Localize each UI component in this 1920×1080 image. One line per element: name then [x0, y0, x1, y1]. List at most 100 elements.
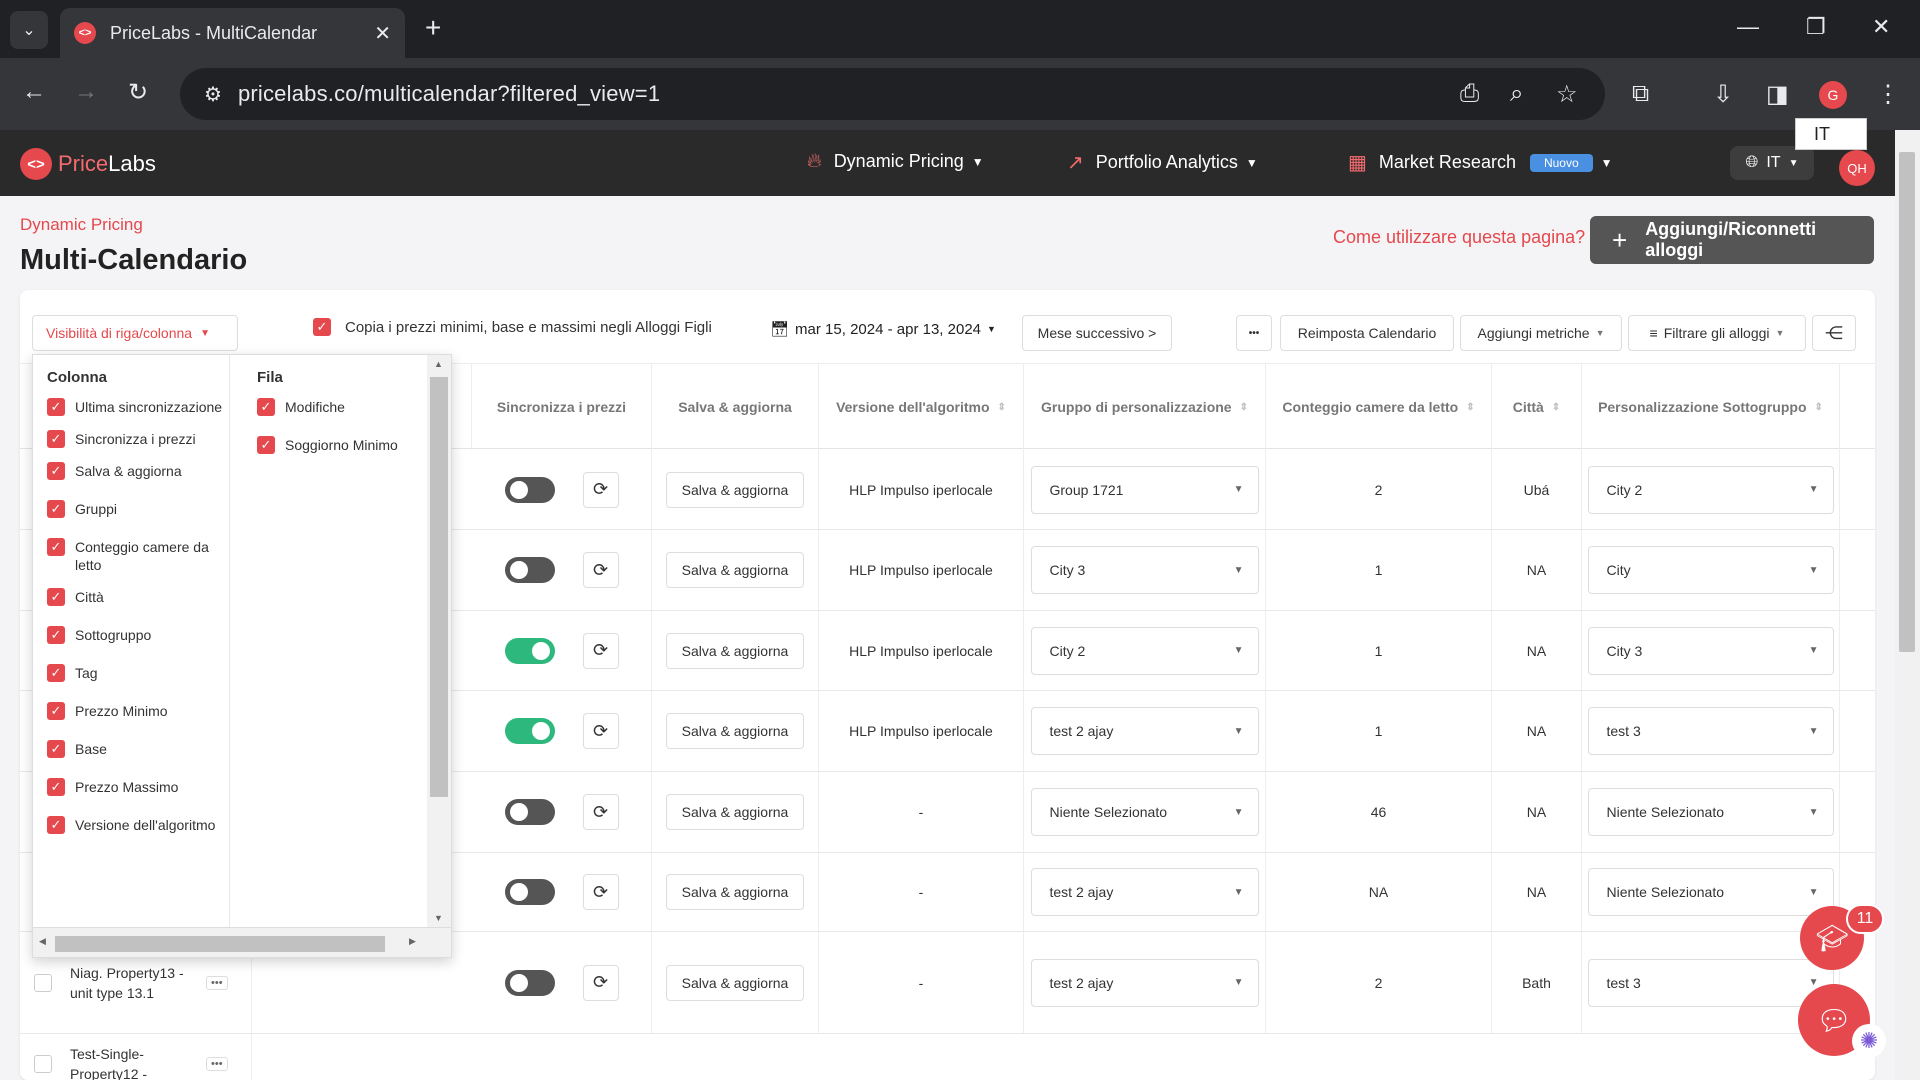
reload-icon[interactable]: ↻ — [128, 78, 148, 107]
subgroup-select[interactable]: City 3 ▼ — [1587, 626, 1834, 675]
downloads-icon[interactable]: ⇩ — [1713, 80, 1733, 109]
sort-icon[interactable]: ⇕ — [1240, 402, 1248, 413]
forward-icon[interactable]: → — [74, 78, 98, 106]
group-select[interactable]: City 2 ▼ — [1030, 626, 1259, 675]
row-column-visibility-button[interactable]: Visibilità di riga/colonna ▼ — [32, 315, 238, 351]
save-update-button[interactable]: Salva & aggiorna — [666, 552, 804, 588]
checkbox-checked-icon[interactable]: ✓ — [47, 430, 65, 448]
sync-toggle[interactable] — [504, 718, 555, 744]
column-option[interactable]: ✓ Sincronizza i prezzi — [47, 430, 227, 448]
sync-toggle[interactable] — [504, 476, 555, 503]
install-app-icon[interactable]: ⎙ — [1460, 80, 1479, 108]
subgroup-select[interactable]: test 3 ▼ — [1587, 958, 1834, 1007]
panel-horizontal-scrollbar[interactable]: ◀ ▶ — [33, 927, 451, 957]
group-select[interactable]: Group 1721 ▼ — [1030, 465, 1259, 514]
save-update-button[interactable]: Salva & aggiorna — [666, 964, 804, 1001]
header-subgroup[interactable]: Personalizzazione Sottogruppo ⇕ — [1582, 364, 1840, 450]
checkbox-checked-icon[interactable]: ✓ — [47, 816, 65, 834]
column-option[interactable]: ✓ Tag — [47, 664, 227, 682]
checkbox-checked-icon[interactable]: ✓ — [47, 702, 65, 720]
group-select[interactable]: test 2 ajay ▼ — [1030, 868, 1259, 916]
checkbox-checked-icon[interactable]: ✓ — [47, 626, 65, 644]
checkbox-checked-icon[interactable]: ✓ — [47, 778, 65, 796]
checkbox-checked-icon[interactable]: ✓ — [257, 398, 275, 416]
new-tab-icon[interactable]: + — [425, 12, 441, 44]
header-bedroom-count[interactable]: Conteggio camere da letto ⇕ — [1266, 364, 1492, 450]
browser-menu-icon[interactable]: ⋮ — [1876, 80, 1900, 109]
sync-toggle[interactable] — [504, 637, 555, 664]
language-selector[interactable]: 🌐︎ IT ▼ — [1730, 146, 1814, 180]
subgroup-select[interactable]: Niente Selezionato ▼ — [1587, 868, 1834, 916]
site-settings-icon[interactable]: ⚙ — [204, 82, 222, 107]
ai-brain-icon[interactable]: ✺ — [1852, 1024, 1886, 1058]
save-update-button[interactable]: Salva & aggiorna — [666, 874, 804, 910]
header-customization-group[interactable]: Gruppo di personalizzazione ⇕ — [1024, 364, 1266, 450]
row-select-checkbox[interactable] — [34, 1054, 52, 1073]
more-icon[interactable]: ••• — [206, 975, 228, 990]
more-icon[interactable]: ••• — [206, 1056, 228, 1071]
subgroup-select[interactable]: City ▼ — [1587, 546, 1834, 594]
group-select[interactable]: test 2 ajay ▼ — [1030, 707, 1259, 755]
more-options-button[interactable]: ••• — [1236, 315, 1272, 351]
panel-vertical-scrollbar[interactable]: ▲ ▼ — [427, 355, 451, 927]
listing-name[interactable]: Niag. Property13 - unit type 13.1 — [70, 963, 200, 1003]
column-option[interactable]: ✓ Città — [47, 588, 227, 606]
page-scrollbar[interactable] — [1895, 130, 1920, 1080]
add-metrics-button[interactable]: Aggiungi metriche ▼ — [1460, 315, 1622, 351]
user-avatar[interactable]: QH — [1839, 150, 1875, 186]
sync-refresh-icon[interactable]: ⟳ — [582, 552, 619, 588]
close-window-icon[interactable]: ✕ — [1872, 14, 1890, 40]
menu-dynamic-pricing[interactable]: 🔥︎ Dynamic Pricing ▼ — [807, 150, 984, 173]
checkbox-checked-icon[interactable]: ✓ — [313, 318, 331, 336]
save-update-button[interactable]: Salva & aggiorna — [666, 471, 804, 508]
extensions-icon[interactable]: ⧉ — [1632, 80, 1649, 108]
header-save-update[interactable]: Salva & aggiorna — [652, 364, 819, 450]
sync-toggle[interactable] — [504, 879, 555, 905]
zoom-icon[interactable]: ⌕ — [1510, 80, 1523, 108]
sync-refresh-icon[interactable]: ⟳ — [582, 874, 619, 910]
checkbox-checked-icon[interactable]: ✓ — [47, 538, 65, 556]
scroll-down-icon[interactable]: ▼ — [434, 913, 443, 923]
menu-portfolio-analytics[interactable]: ↗ Portfolio Analytics ▼ — [1067, 150, 1258, 175]
sync-toggle[interactable] — [504, 799, 555, 825]
scroll-right-icon[interactable]: ▶ — [409, 936, 416, 947]
column-option[interactable]: ✓ Prezzo Massimo — [47, 778, 227, 796]
column-option[interactable]: ✓ Gruppi — [47, 500, 227, 518]
scroll-thumb[interactable] — [430, 377, 448, 797]
save-update-button[interactable]: Salva & aggiorna — [666, 632, 804, 669]
sync-refresh-icon[interactable]: ⟳ — [582, 713, 619, 749]
column-option[interactable]: ✓ Salva & aggiorna — [47, 462, 227, 480]
sort-icon[interactable]: ⇕ — [1815, 402, 1823, 413]
browser-tab[interactable]: <> PriceLabs - MultiCalendar ✕ — [60, 8, 405, 58]
filter-listings-button[interactable]: ≡ Filtrare gli alloggi ▼ — [1628, 315, 1806, 351]
sync-refresh-icon[interactable]: ⟳ — [582, 471, 619, 508]
checkbox-checked-icon[interactable]: ✓ — [47, 398, 65, 416]
minimize-icon[interactable]: — — [1737, 14, 1759, 40]
tab-search-icon[interactable]: ⌄ — [10, 11, 48, 49]
page-scroll-thumb[interactable] — [1899, 152, 1915, 652]
scroll-up-icon[interactable]: ▲ — [434, 359, 443, 369]
subgroup-select[interactable]: City 2 ▼ — [1587, 465, 1834, 514]
row-option[interactable]: ✓ Modifiche — [257, 398, 417, 416]
add-reconnect-listings-button[interactable]: + Aggiungi/Riconnetti alloggi — [1590, 216, 1874, 264]
menu-market-research[interactable]: ▦ Market Research Nuovo ▼ — [1348, 150, 1613, 175]
sync-refresh-icon[interactable]: ⟳ — [582, 632, 619, 669]
row-option[interactable]: ✓ Soggiorno Minimo — [257, 436, 417, 454]
checkbox-checked-icon[interactable]: ✓ — [47, 664, 65, 682]
sync-toggle[interactable] — [504, 557, 555, 583]
sort-icon[interactable]: ⇕ — [1466, 402, 1474, 413]
checkbox-checked-icon[interactable]: ✓ — [257, 436, 275, 454]
column-option[interactable]: ✓ Ultima sincronizzazione — [47, 398, 227, 416]
browser-profile-avatar[interactable]: G — [1819, 81, 1847, 109]
group-select[interactable]: Niente Selezionato ▼ — [1030, 788, 1259, 836]
header-algorithm-version[interactable]: Versione dell'algoritmo ⇕ — [819, 364, 1024, 450]
date-range-picker[interactable]: 📅︎ mar 15, 2024 - apr 13, 2024 ▼ — [770, 320, 996, 339]
subgroup-select[interactable]: test 3 ▼ — [1587, 707, 1834, 755]
save-update-button[interactable]: Salva & aggiorna — [666, 794, 804, 830]
sort-icon[interactable]: ⇕ — [998, 402, 1006, 413]
column-option[interactable]: ✓ Sottogruppo — [47, 626, 227, 644]
bookmark-star-icon[interactable]: ☆ — [1556, 80, 1578, 109]
checkbox-checked-icon[interactable]: ✓ — [47, 462, 65, 480]
save-update-button[interactable]: Salva & aggiorna — [666, 713, 804, 749]
checkbox-checked-icon[interactable]: ✓ — [47, 500, 65, 518]
